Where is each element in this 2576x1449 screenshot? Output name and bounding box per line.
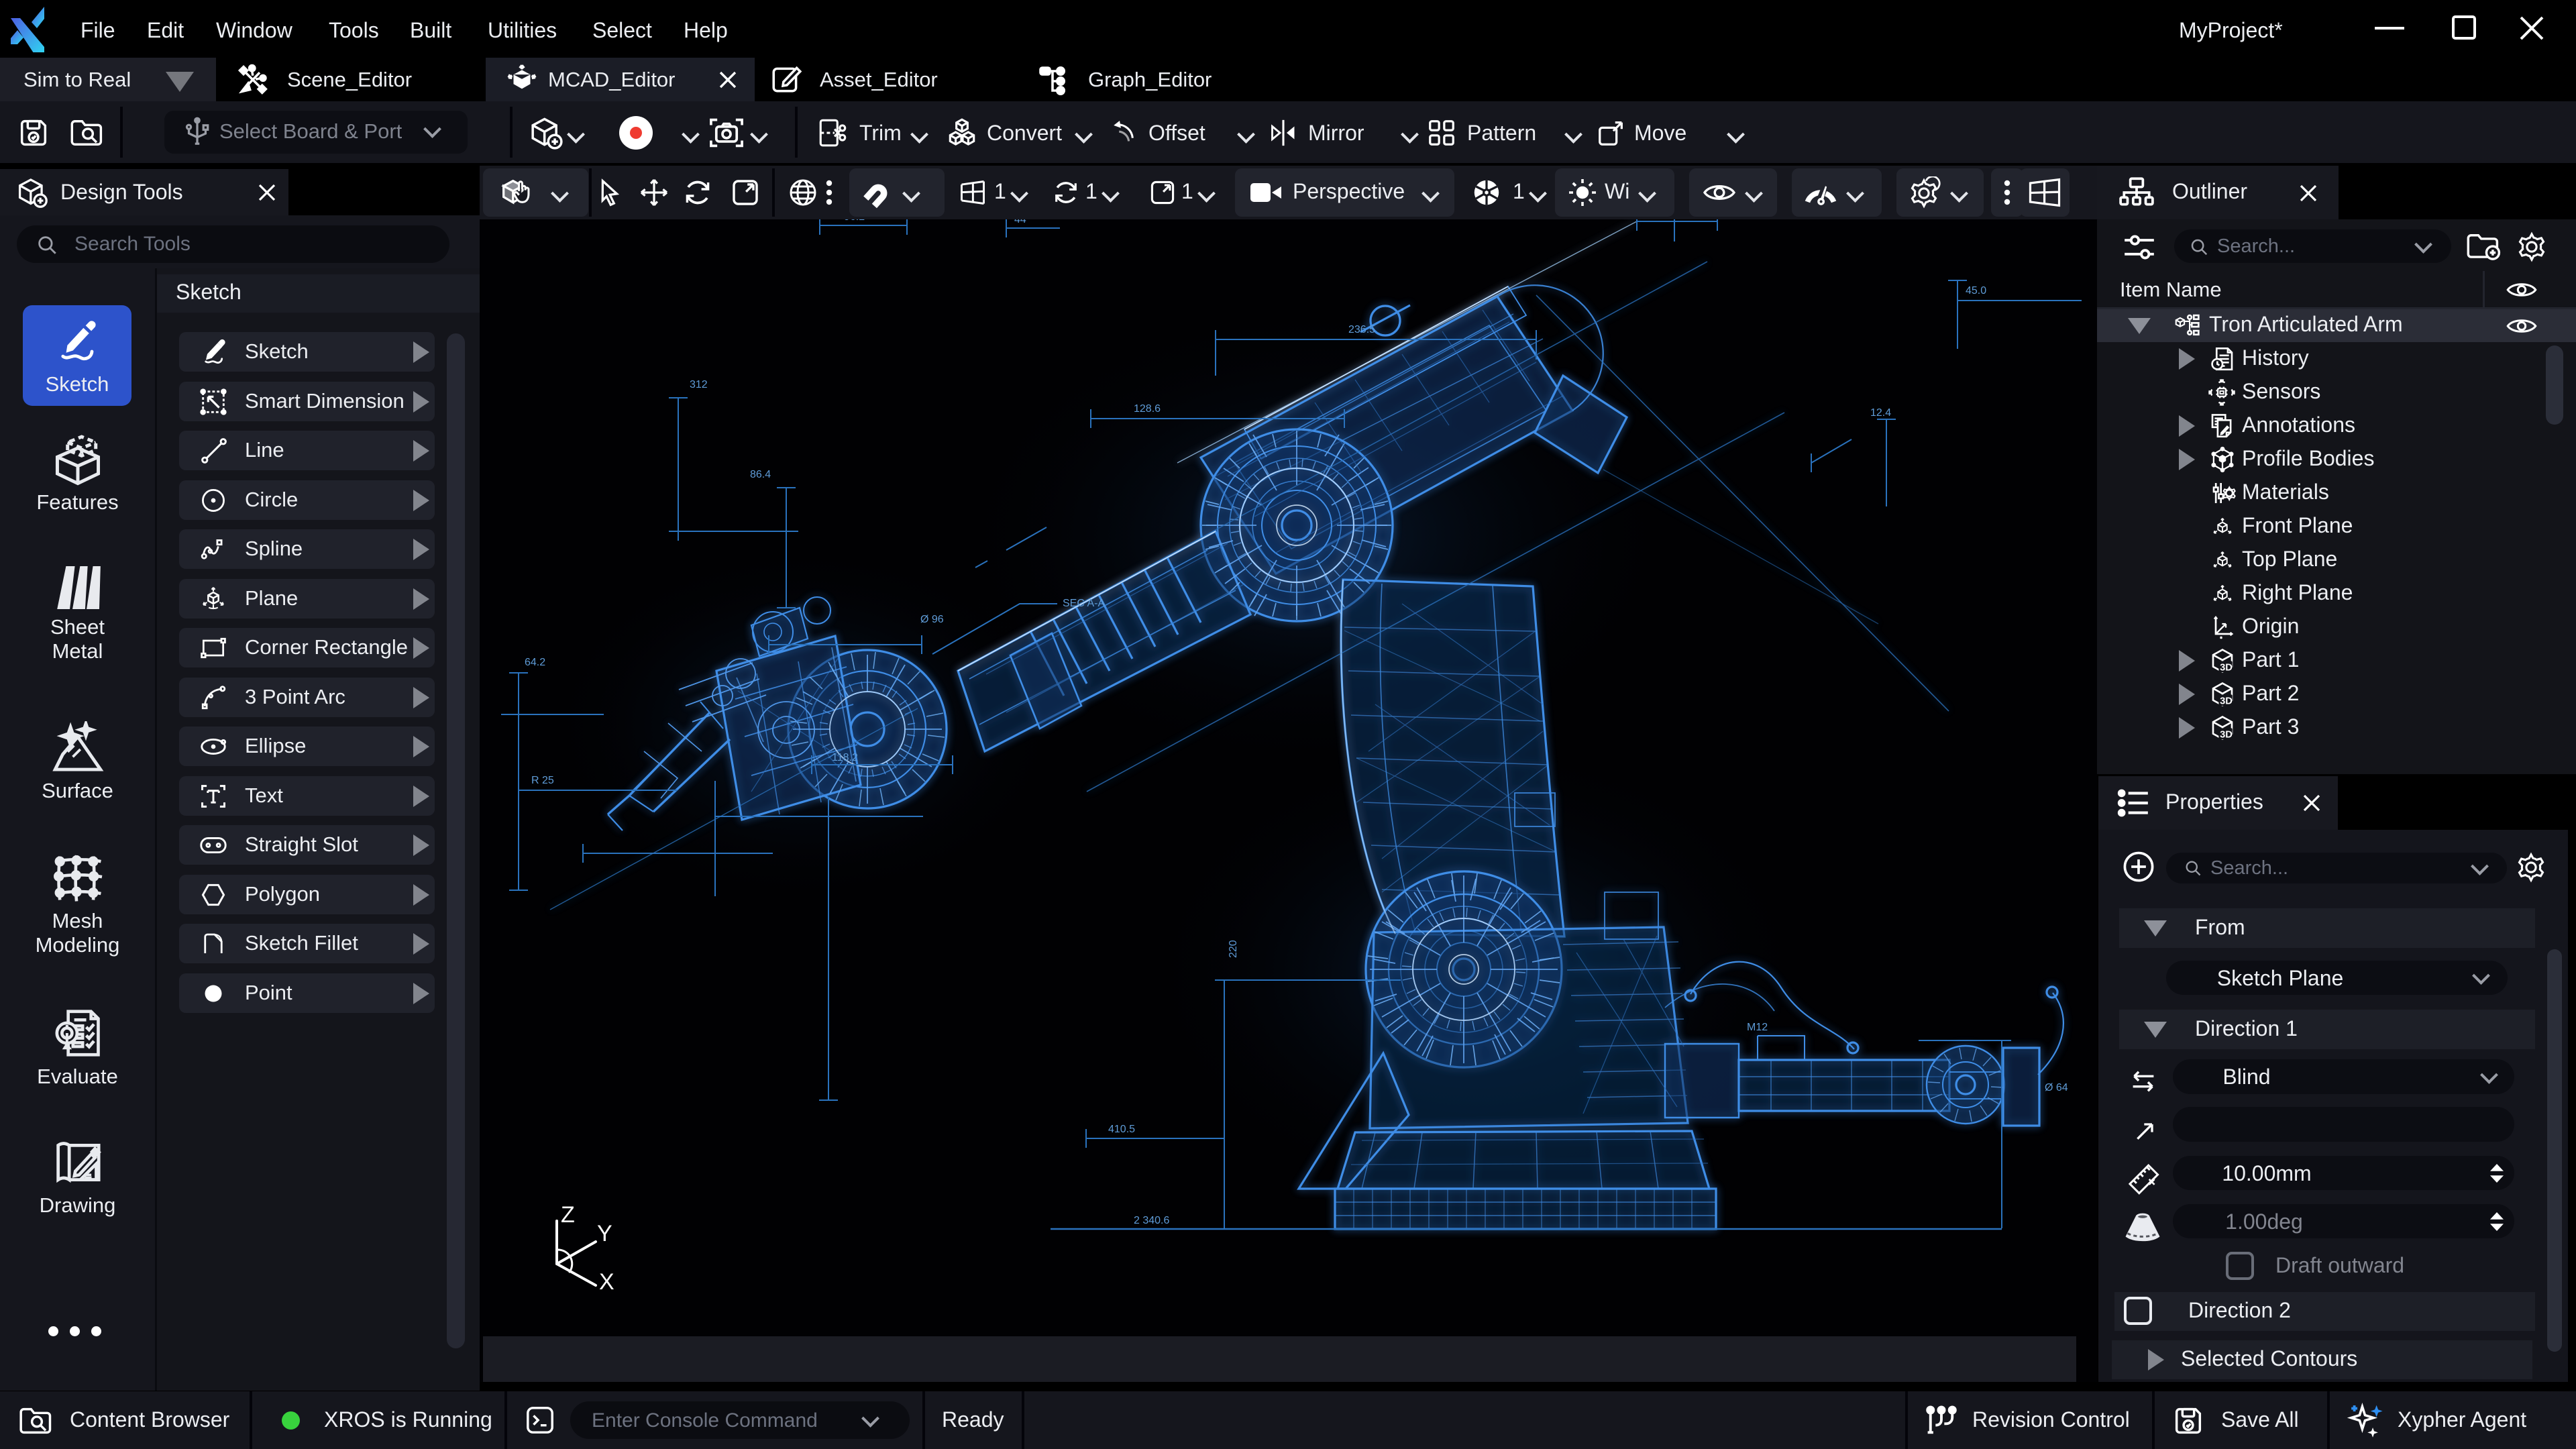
svg-text:R 25: R 25 (531, 775, 554, 786)
svg-text:128.6: 128.6 (1134, 403, 1161, 415)
svg-text:3D: 3D (2220, 730, 2233, 741)
svg-text:Y: Y (597, 1221, 612, 1246)
svg-text:45.0: 45.0 (1966, 285, 1986, 297)
svg-text:M12: M12 (1747, 1022, 1768, 1033)
svg-text:3D: 3D (2220, 696, 2233, 707)
svg-text:Z: Z (561, 1202, 575, 1228)
svg-text:44: 44 (1014, 219, 1026, 225)
svg-text:312: 312 (690, 379, 708, 390)
svg-text:118.2: 118.2 (832, 752, 858, 763)
svg-text:82.4: 82.4 (1660, 219, 1681, 221)
svg-text:SEC A-A: SEC A-A (1063, 598, 1105, 609)
svg-text:96.2: 96.2 (844, 219, 865, 223)
svg-text:86.4: 86.4 (750, 469, 771, 480)
svg-text:64.2: 64.2 (525, 657, 545, 668)
svg-text:236.5: 236.5 (1348, 324, 1375, 335)
svg-text:X: X (599, 1269, 614, 1295)
svg-text:410.5: 410.5 (1108, 1124, 1135, 1135)
svg-text:12.4: 12.4 (1870, 407, 1891, 419)
svg-text:Ø 96: Ø 96 (920, 614, 944, 625)
svg-text:3D: 3D (2220, 663, 2233, 674)
svg-text:Ø 64: Ø 64 (2045, 1082, 2068, 1093)
svg-text:2 340.6: 2 340.6 (1134, 1215, 1169, 1226)
svg-text:220: 220 (1228, 940, 1239, 958)
